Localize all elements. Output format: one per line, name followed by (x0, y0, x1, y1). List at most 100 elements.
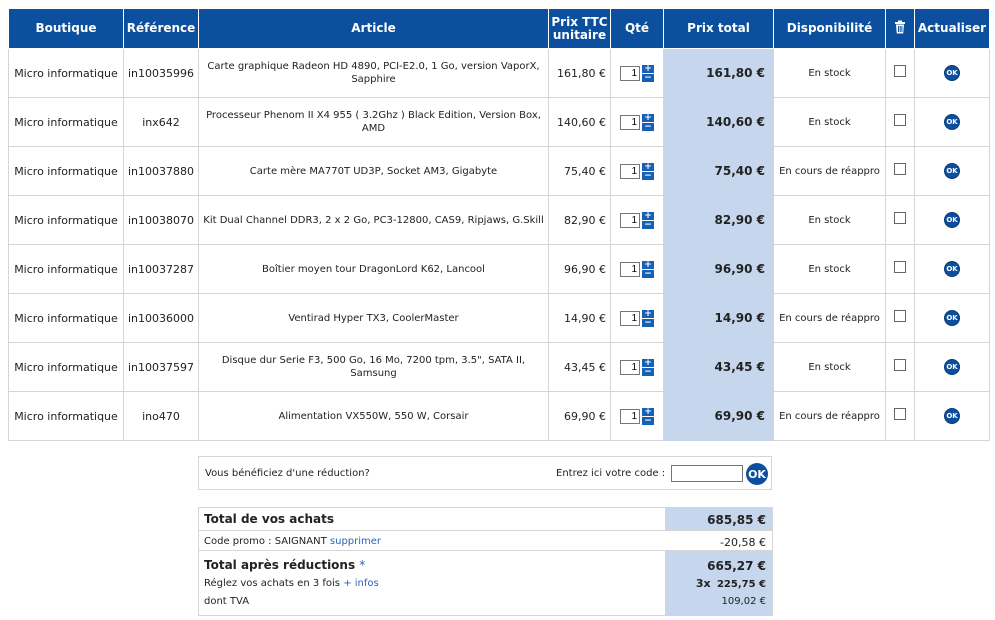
cell-reference: in10038070 (123, 195, 199, 245)
installments-count: 3x (695, 577, 711, 590)
delete-checkbox[interactable] (894, 359, 906, 371)
cell-article: Disque dur Serie F3, 500 Go, 16 Mo, 7200… (198, 342, 549, 392)
quantity-input[interactable] (620, 359, 640, 375)
cell-availability: En stock (773, 97, 886, 147)
cell-delete (885, 244, 915, 294)
quantity-input[interactable] (620, 212, 640, 228)
cell-article: Carte graphique Radeon HD 4890, PCI-E2.0… (198, 48, 549, 98)
installments-info-link[interactable]: + infos (343, 578, 379, 589)
cell-total: 14,90 € (663, 293, 774, 343)
update-ok-button[interactable]: OK (944, 359, 960, 375)
cell-shop: Micro informatique (8, 146, 124, 196)
delete-checkbox[interactable] (894, 212, 906, 224)
delete-checkbox[interactable] (894, 261, 906, 273)
update-ok-button[interactable]: OK (944, 261, 960, 277)
cell-reference: in10036000 (123, 293, 199, 343)
cell-shop: Micro informatique (8, 244, 124, 294)
quantity-input[interactable] (620, 114, 640, 130)
qty-plus-button[interactable]: + (642, 358, 654, 367)
header-availability: Disponibilité (773, 8, 886, 49)
header-delete (885, 8, 915, 49)
summary-divider (199, 550, 665, 551)
qty-plus-button[interactable]: + (642, 64, 654, 73)
qty-minus-button[interactable]: − (642, 416, 654, 425)
cart-table: Boutique Référence Article Prix TTC unit… (8, 8, 990, 441)
cell-qty: +− (610, 244, 664, 294)
delete-checkbox[interactable] (894, 310, 906, 322)
promo-ok-button[interactable]: OK (746, 463, 768, 485)
cell-qty: +− (610, 97, 664, 147)
table-row: Micro informatique inx642 Processeur Phe… (8, 97, 990, 147)
quantity-input[interactable] (620, 310, 640, 326)
table-row: Micro informatique in10037287 Boîtier mo… (8, 244, 990, 294)
quantity-input[interactable] (620, 261, 640, 277)
promo-code-text: Code promo : SAIGNANT (204, 536, 327, 547)
promo-code-box: Vous bénéficiez d'une réduction? Entrez … (198, 456, 772, 490)
cell-total: 75,40 € (663, 146, 774, 196)
update-ok-button[interactable]: OK (944, 408, 960, 424)
delete-checkbox[interactable] (894, 114, 906, 126)
cell-unit-price: 140,60 € (548, 97, 611, 147)
cell-delete (885, 342, 915, 392)
cart-header-row: Boutique Référence Article Prix TTC unit… (8, 8, 990, 49)
cell-shop: Micro informatique (8, 48, 124, 98)
cell-unit-price: 161,80 € (548, 48, 611, 98)
cell-availability: En cours de réappro (773, 146, 886, 196)
vat-label: dont TVA (204, 596, 250, 607)
total-purchases-value: 685,85 € (707, 513, 766, 527)
update-ok-button[interactable]: OK (944, 114, 960, 130)
cell-article: Carte mère MA770T UD3P, Socket AM3, Giga… (198, 146, 549, 196)
cell-total: 161,80 € (663, 48, 774, 98)
quantity-input[interactable] (620, 163, 640, 179)
qty-plus-button[interactable]: + (642, 211, 654, 220)
delete-checkbox[interactable] (894, 163, 906, 175)
cell-shop: Micro informatique (8, 293, 124, 343)
header-shop: Boutique (8, 8, 124, 49)
delete-checkbox[interactable] (894, 408, 906, 420)
cell-availability: En stock (773, 342, 886, 392)
qty-plus-button[interactable]: + (642, 162, 654, 171)
cell-availability: En stock (773, 244, 886, 294)
cell-shop: Micro informatique (8, 97, 124, 147)
update-ok-button[interactable]: OK (944, 310, 960, 326)
cell-qty: +− (610, 293, 664, 343)
cell-unit-price: 43,45 € (548, 342, 611, 392)
cell-delete (885, 293, 915, 343)
qty-minus-button[interactable]: − (642, 367, 654, 376)
cell-shop: Micro informatique (8, 391, 124, 441)
cell-availability: En stock (773, 48, 886, 98)
qty-minus-button[interactable]: − (642, 73, 654, 82)
cell-update: OK (914, 146, 990, 196)
qty-minus-button[interactable]: − (642, 122, 654, 131)
promo-code-input[interactable] (671, 465, 743, 482)
qty-plus-button[interactable]: + (642, 113, 654, 122)
delete-checkbox[interactable] (894, 65, 906, 77)
cell-update: OK (914, 391, 990, 441)
after-discount-line: Total après réductions * (204, 558, 365, 572)
quantity-input[interactable] (620, 408, 640, 424)
qty-minus-button[interactable]: − (642, 220, 654, 229)
cell-article: Boîtier moyen tour DragonLord K62, Lanco… (198, 244, 549, 294)
update-ok-button[interactable]: OK (944, 212, 960, 228)
qty-plus-button[interactable]: + (642, 260, 654, 269)
cell-availability: En stock (773, 195, 886, 245)
cell-reference: inx642 (123, 97, 199, 147)
cell-unit-price: 14,90 € (548, 293, 611, 343)
header-update: Actualiser (914, 8, 990, 49)
qty-plus-button[interactable]: + (642, 309, 654, 318)
remove-promo-link[interactable]: supprimer (330, 536, 381, 547)
qty-minus-button[interactable]: − (642, 318, 654, 327)
header-qty: Qté (610, 8, 664, 49)
qty-minus-button[interactable]: − (642, 171, 654, 180)
cell-article: Alimentation VX550W, 550 W, Corsair (198, 391, 549, 441)
cell-reference: in10037880 (123, 146, 199, 196)
cell-availability: En cours de réappro (773, 391, 886, 441)
update-ok-button[interactable]: OK (944, 163, 960, 179)
update-ok-button[interactable]: OK (944, 65, 960, 81)
table-row: Micro informatique in10037597 Disque dur… (8, 342, 990, 392)
qty-plus-button[interactable]: + (642, 407, 654, 416)
cell-qty: +− (610, 342, 664, 392)
quantity-input[interactable] (620, 65, 640, 81)
order-summary: Total de vos achats 685,85 € Code promo … (198, 507, 773, 616)
qty-minus-button[interactable]: − (642, 269, 654, 278)
